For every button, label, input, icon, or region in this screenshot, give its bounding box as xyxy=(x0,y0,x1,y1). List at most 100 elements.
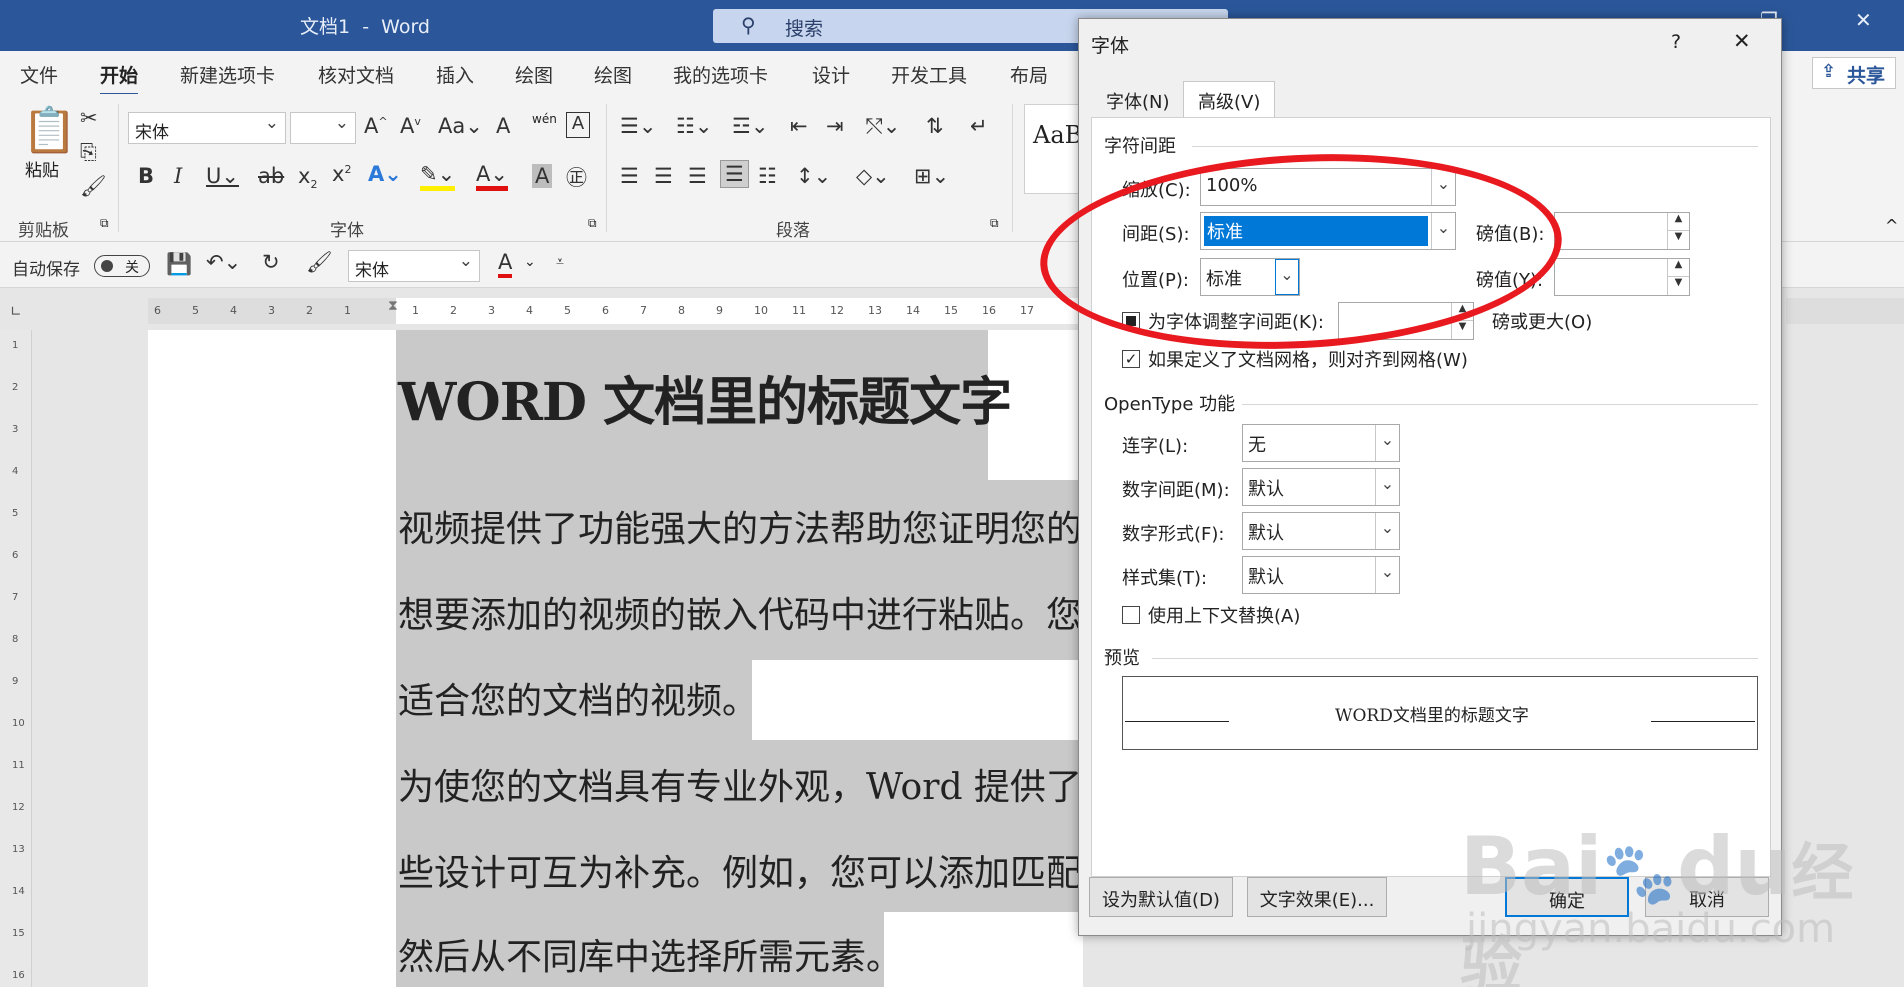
cut-icon[interactable]: ✂ xyxy=(80,106,98,130)
ruler-number: 15 xyxy=(12,928,25,939)
menu-draw-2[interactable]: 绘图 xyxy=(594,61,632,88)
number-form-combo[interactable]: 默认 ⌄ xyxy=(1242,512,1400,550)
spin-down-icon[interactable]: ▼ xyxy=(1667,277,1689,295)
customize-qat-icon[interactable]: ⩡ xyxy=(556,254,564,270)
style-set-combo[interactable]: 默认 ⌄ xyxy=(1242,556,1400,594)
help-icon[interactable]: ? xyxy=(1671,31,1681,53)
qat-font-combo[interactable]: 宋体 xyxy=(348,250,480,282)
spin-down-icon[interactable]: ▼ xyxy=(1667,231,1689,249)
highlight-icon[interactable]: ✎⌄ xyxy=(420,162,456,191)
borders-icon[interactable]: ⊞⌄ xyxy=(914,164,949,188)
document-page[interactable]: WORD 文档里的标题文字 视频提供了功能强大的方法帮助您证明您的观点 想要添加… xyxy=(148,330,1190,987)
tab-font[interactable]: 字体(N) xyxy=(1091,81,1185,117)
font-name-combo[interactable]: 宋体 xyxy=(128,112,286,144)
tab-selector-icon[interactable]: ∟ xyxy=(10,304,22,320)
align-left-icon[interactable]: ☰ xyxy=(620,164,639,188)
ruler-number: 12 xyxy=(12,802,25,813)
align-center-icon[interactable]: ☰ xyxy=(654,164,673,188)
underline-icon[interactable]: U⌄ xyxy=(206,164,239,188)
save-icon[interactable]: 💾 xyxy=(166,252,192,277)
paste-icon[interactable]: 📋 xyxy=(22,104,77,156)
strikethrough-icon[interactable]: ab xyxy=(258,164,284,188)
menu-review-doc[interactable]: 核对文档 xyxy=(318,61,394,88)
style-gallery-normal[interactable]: AaB xyxy=(1024,104,1084,194)
ruler-number: 14 xyxy=(906,304,920,317)
qat-font-color-icon[interactable]: A xyxy=(498,250,513,278)
redo-icon[interactable]: ↻ xyxy=(262,250,280,274)
copy-icon[interactable]: ⎘ xyxy=(80,140,97,165)
paragraph-dialog-launcher-icon[interactable]: ⧉ xyxy=(990,216,999,231)
spin-down-icon[interactable]: ▼ xyxy=(1451,321,1473,339)
show-marks-icon[interactable]: ↵ xyxy=(970,114,988,138)
format-painter-icon[interactable]: 🖌 xyxy=(80,174,107,199)
menu-draw-1[interactable]: 绘图 xyxy=(515,61,553,88)
ligature-combo[interactable]: 无 ⌄ xyxy=(1242,424,1400,462)
align-right-icon[interactable]: ☰ xyxy=(688,164,707,188)
shading-icon[interactable]: ◇⌄ xyxy=(856,164,890,188)
menu-home[interactable]: 开始 xyxy=(100,61,139,96)
subscript-icon[interactable]: x2 xyxy=(298,164,317,191)
spin-up-icon[interactable]: ▲ xyxy=(1667,259,1689,277)
menu-design[interactable]: 设计 xyxy=(812,61,850,88)
chevron-down-icon[interactable]: ⌄ xyxy=(1375,469,1399,505)
enclose-char-icon[interactable]: ㊣ xyxy=(566,162,587,192)
paste-label[interactable]: 粘贴 xyxy=(25,156,59,181)
line-spacing-icon[interactable]: ↕⌄ xyxy=(796,164,831,188)
phonetic-guide-icon[interactable]: wén xyxy=(532,112,557,126)
close-window-icon[interactable]: ✕ xyxy=(1855,8,1872,32)
font-dialog[interactable]: 字体 ? ✕ 字体(N) 高级(V) 字符间距 缩放(C): 100% ⌄ 间距(… xyxy=(1078,18,1782,936)
spin-up-icon[interactable]: ▲ xyxy=(1667,213,1689,231)
menu-developer[interactable]: 开发工具 xyxy=(891,61,967,88)
menu-my-tab[interactable]: 我的选项卡 xyxy=(673,61,768,88)
autosave-toggle[interactable]: 关 xyxy=(94,255,150,277)
chevron-down-icon[interactable]: ⌄ xyxy=(1375,513,1399,549)
text-effects-icon[interactable]: A⌄ xyxy=(368,162,402,186)
clear-format-icon[interactable]: A xyxy=(496,114,510,138)
char-border-icon[interactable]: A xyxy=(566,112,590,138)
decrease-indent-icon[interactable]: ⇤ xyxy=(790,114,808,138)
share-button[interactable]: ⇪ 共享 xyxy=(1812,57,1896,89)
horizontal-ruler[interactable]: 654321 1 2 3 4 5 6 7 8 9 10 11 12 13 14 15 16 17 ⧗ xyxy=(148,298,1083,324)
chevron-down-icon[interactable]: ⌄ xyxy=(1375,425,1399,461)
multilevel-list-icon[interactable]: ☲⌄ xyxy=(732,114,768,138)
font-color-icon[interactable]: A⌄ xyxy=(476,162,508,191)
shrink-font-icon[interactable]: Av xyxy=(400,114,421,138)
set-default-button[interactable]: 设为默认值(D) xyxy=(1089,877,1233,917)
menu-layout[interactable]: 布局 xyxy=(1010,61,1048,88)
change-case-icon[interactable]: Aa⌄ xyxy=(438,114,483,138)
vertical-ruler[interactable]: 1 2 3 4 5 6 7 8 9 10 11 12 13 14 15 16 xyxy=(0,330,32,987)
dialog-launcher-icon[interactable]: ⧉ xyxy=(100,216,109,231)
char-shading-icon[interactable]: A xyxy=(532,164,553,188)
ruler-number: 5 xyxy=(192,304,199,317)
grow-font-icon[interactable]: A^ xyxy=(364,114,388,138)
bold-icon[interactable]: B xyxy=(138,164,154,188)
text-effects-button[interactable]: 文字效果(E)... xyxy=(1247,877,1387,917)
number-spacing-combo[interactable]: 默认 ⌄ xyxy=(1242,468,1400,506)
increase-indent-icon[interactable]: ⇥ xyxy=(826,114,844,138)
numbering-icon[interactable]: ☷⌄ xyxy=(676,114,712,138)
qat-font-color-arrow-icon[interactable]: ⌄ xyxy=(524,254,536,270)
tab-advanced[interactable]: 高级(V) xyxy=(1183,81,1276,119)
undo-icon[interactable]: ↶⌄ xyxy=(206,250,241,274)
close-icon[interactable]: ✕ xyxy=(1733,29,1751,53)
menu-new-tab[interactable]: 新建选项卡 xyxy=(180,61,275,88)
font-dialog-launcher-icon[interactable]: ⧉ xyxy=(588,216,597,231)
text-direction-icon[interactable]: ⤲⌄ xyxy=(866,114,900,139)
menu-insert[interactable]: 插入 xyxy=(436,61,474,88)
superscript-icon[interactable]: x2 xyxy=(332,162,351,186)
contextual-checkbox[interactable] xyxy=(1122,606,1140,624)
distributed-icon[interactable]: ☷ xyxy=(758,164,777,188)
pts-y-spinner[interactable]: ▲ ▼ xyxy=(1554,258,1690,296)
chevron-down-icon[interactable]: ⌄ xyxy=(1375,557,1399,593)
sort-icon[interactable]: ⇅ xyxy=(926,114,944,138)
pts-b-spinner[interactable]: ▲ ▼ xyxy=(1554,212,1690,250)
format-painter-qat-icon[interactable]: 🖌 xyxy=(306,250,333,275)
italic-icon[interactable]: I xyxy=(174,164,182,188)
collapse-ribbon-icon[interactable]: ^ xyxy=(1885,216,1898,235)
menu-file[interactable]: 文件 xyxy=(20,61,58,88)
justify-icon[interactable]: ☰ xyxy=(720,160,749,188)
grid-checkbox[interactable]: ✓ xyxy=(1122,350,1140,368)
indent-marker-icon[interactable]: ⧗ xyxy=(388,298,398,314)
bullets-icon[interactable]: ☰⌄ xyxy=(620,114,656,138)
font-size-combo[interactable] xyxy=(290,112,356,144)
